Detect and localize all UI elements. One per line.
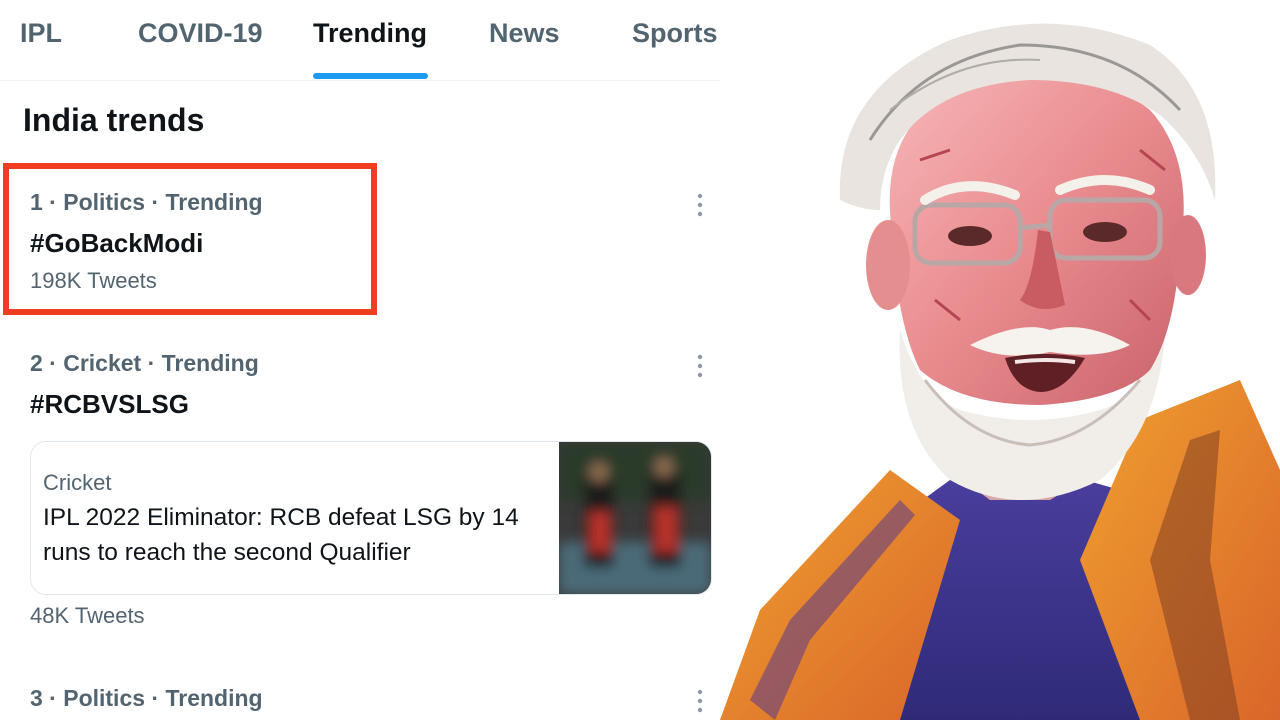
tab-covid-19[interactable]: COVID-19	[138, 18, 263, 49]
tab-sports[interactable]: Sports	[632, 18, 718, 49]
card-thumbnail	[559, 442, 711, 594]
trends-panel: IPL COVID-19 Trending News Sports India …	[0, 0, 720, 720]
more-vertical-icon[interactable]	[690, 686, 710, 716]
news-card[interactable]: Cricket IPL 2022 Eliminator: RCB defeat …	[30, 441, 712, 595]
tab-news[interactable]: News	[489, 18, 560, 49]
tab-bar: IPL COVID-19 Trending News Sports	[0, 0, 720, 81]
trend-tweet-count: 198K Tweets	[30, 268, 157, 293]
portrait-illustration	[720, 0, 1280, 720]
card-category: Cricket	[43, 470, 112, 495]
trend-name: #GoBackModi	[30, 228, 204, 258]
card-headline: IPL 2022 Eliminator: RCB defeat LSG by 1…	[43, 504, 519, 566]
active-tab-indicator	[313, 73, 428, 79]
trend-meta: 2 · Cricket · Trending	[30, 350, 259, 376]
section-title: India trends	[23, 102, 205, 138]
tab-trending[interactable]: Trending	[313, 18, 427, 49]
trend-meta: 3 · Politics · Trending	[30, 685, 263, 711]
more-vertical-icon[interactable]	[690, 190, 710, 220]
trend-tweet-count: 48K Tweets	[30, 603, 145, 628]
trend-meta: 1 · Politics · Trending	[30, 189, 263, 215]
trend-name: #RCBVSLSG	[30, 389, 189, 419]
tab-ipl[interactable]: IPL	[20, 18, 62, 49]
more-vertical-icon[interactable]	[690, 351, 710, 381]
